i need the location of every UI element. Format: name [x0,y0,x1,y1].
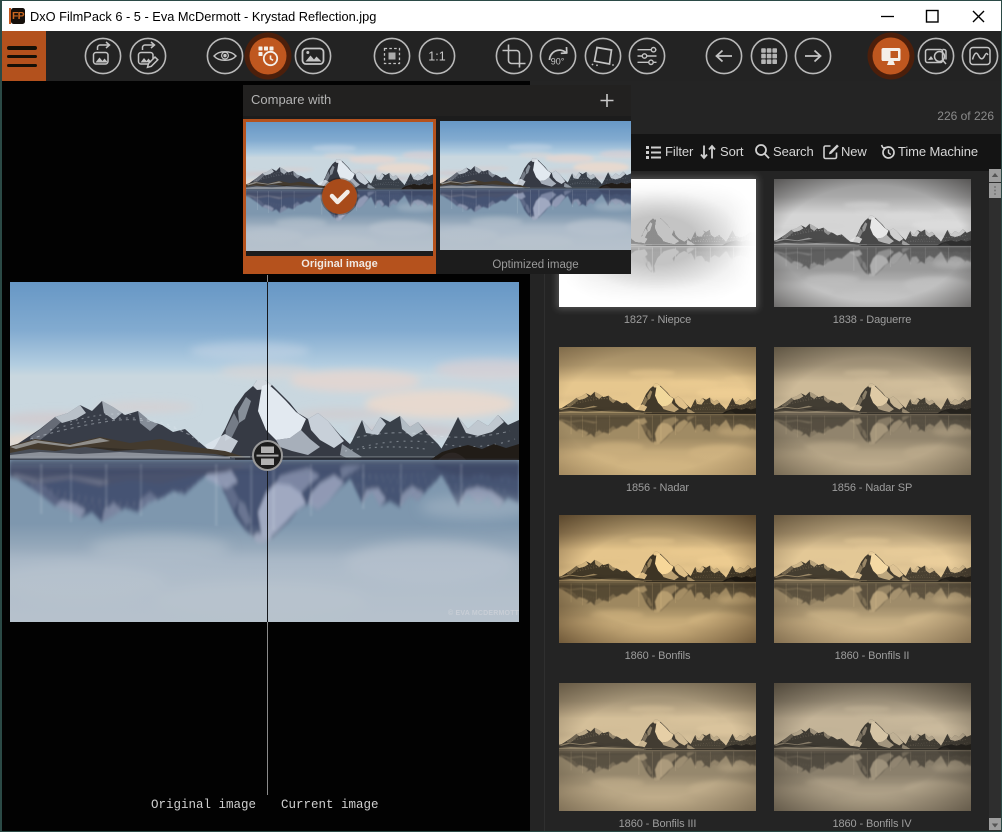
svg-text:1:1: 1:1 [428,50,445,64]
svg-text:90°: 90° [551,57,565,67]
